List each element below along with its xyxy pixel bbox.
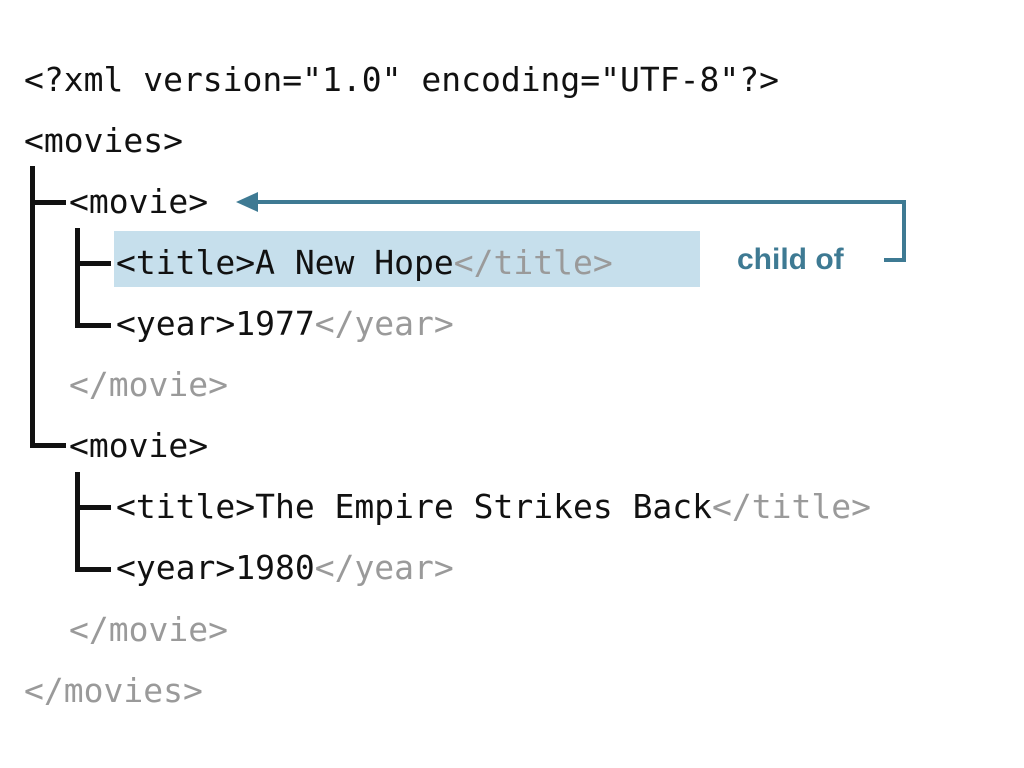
child-of-arrow: [236, 192, 906, 262]
xml-tree-diagram: <?xml version="1.0" encoding="UTF-8"?> <…: [0, 0, 1024, 768]
arrow-head-icon: [236, 192, 258, 212]
child-of-label: child of: [737, 243, 844, 276]
